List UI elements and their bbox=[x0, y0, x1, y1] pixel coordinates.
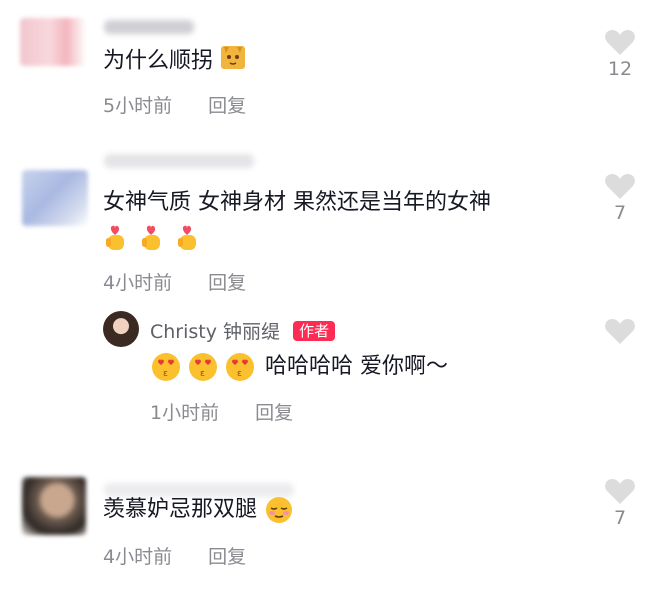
comment-meta: 4小时前 回复 bbox=[103, 268, 246, 295]
comment-time: 1小时前 bbox=[150, 402, 220, 424]
svg-text:ɛ: ɛ bbox=[200, 369, 205, 379]
reply-button[interactable]: 回复 bbox=[208, 95, 246, 117]
comment-meta: 4小时前 回复 bbox=[103, 542, 246, 569]
author-name[interactable]: Christy 钟丽缇 bbox=[150, 321, 280, 343]
relieved-face-emoji bbox=[266, 497, 293, 523]
comment-item: 女神气质 女神身材 果然还是当年的女神 4小时前 回复 7 bbox=[0, 150, 660, 310]
heart-icon bbox=[605, 173, 635, 199]
comment-text: 为什么顺拐 bbox=[103, 44, 246, 79]
comment-meta: 1小时前 回复 bbox=[150, 398, 293, 425]
reply-button[interactable]: 回复 bbox=[208, 546, 246, 568]
reply-button[interactable]: 回复 bbox=[208, 272, 246, 294]
svg-text:ɛ: ɛ bbox=[237, 369, 242, 379]
like-button[interactable]: 12 bbox=[600, 28, 640, 80]
comment-text: 羡慕妒忌那双腿 bbox=[103, 495, 294, 525]
comment-time: 4小时前 bbox=[103, 272, 173, 294]
author-avatar[interactable] bbox=[103, 311, 139, 347]
avatar[interactable] bbox=[22, 170, 88, 226]
avatar[interactable] bbox=[20, 18, 86, 66]
author-badge: 作者 bbox=[293, 321, 336, 341]
like-count: 12 bbox=[607, 58, 633, 80]
comment-text-content: 女神气质 女神身材 果然还是当年的女神 bbox=[103, 190, 491, 215]
heart-icon bbox=[605, 478, 635, 504]
comment-text-content: 哈哈哈哈 爱你啊～ bbox=[265, 354, 448, 379]
username-blurred[interactable] bbox=[104, 154, 254, 168]
heart-eyes-kiss-emoji: ɛ ɛ ɛ bbox=[152, 353, 254, 381]
like-count: 7 bbox=[613, 507, 627, 529]
like-count: 7 bbox=[613, 202, 627, 224]
comment-item: 羡慕妒忌那双腿 4小时前 回复 7 bbox=[0, 465, 660, 596]
comment-text: 女神气质 女神身材 果然还是当年的女神 bbox=[103, 188, 491, 218]
comment-item: 为什么顺拐 5小时前 回复 12 bbox=[0, 0, 660, 130]
heart-icon bbox=[605, 29, 635, 55]
comment-time: 5小时前 bbox=[103, 95, 173, 117]
finger-heart-emoji bbox=[106, 225, 196, 250]
comment-text: ɛ ɛ ɛ 哈哈哈哈 爱你啊～ bbox=[150, 351, 448, 383]
cat-face-emoji bbox=[220, 44, 246, 79]
author-reply-item: Christy 钟丽缇 作者 ɛ ɛ ɛ 哈哈哈哈 爱你啊～ 1小时前 回复 bbox=[0, 305, 660, 435]
heart-icon bbox=[605, 318, 635, 344]
like-button[interactable] bbox=[600, 317, 640, 345]
finger-heart-emoji-row bbox=[103, 222, 199, 252]
comment-text-content: 为什么顺拐 bbox=[103, 48, 214, 74]
comment-time: 4小时前 bbox=[103, 546, 173, 568]
reply-button[interactable]: 回复 bbox=[255, 402, 293, 424]
like-button[interactable]: 7 bbox=[600, 172, 640, 224]
comment-text-content: 羡慕妒忌那双腿 bbox=[103, 497, 258, 522]
svg-text:ɛ: ɛ bbox=[163, 369, 168, 379]
author-header: Christy 钟丽缇 作者 bbox=[150, 317, 336, 344]
username-blurred[interactable] bbox=[104, 20, 194, 34]
avatar[interactable] bbox=[22, 477, 86, 535]
comment-meta: 5小时前 回复 bbox=[103, 91, 246, 118]
like-button[interactable]: 7 bbox=[600, 477, 640, 529]
